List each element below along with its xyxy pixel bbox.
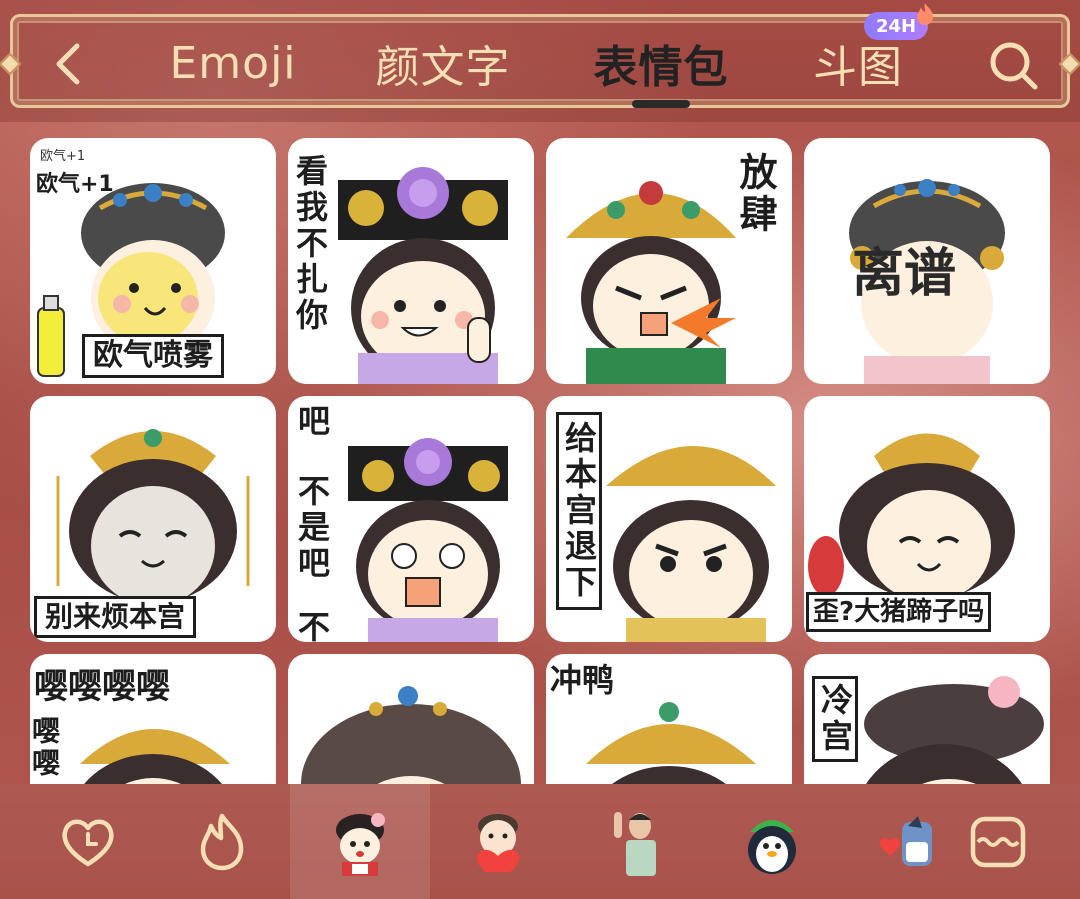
sticker-dont-bother-me[interactable]: 别来烦本宫 — [30, 396, 276, 642]
boy-heart-avatar — [466, 808, 530, 876]
category-recent[interactable] — [18, 784, 158, 899]
palace-girl-avatar — [328, 808, 392, 876]
sticker-note-large: 欧气+1 — [36, 172, 114, 197]
tab-emoji[interactable]: Emoji — [168, 34, 298, 92]
category-penguin[interactable] — [702, 784, 842, 899]
category-collection[interactable] — [928, 784, 1068, 899]
flame-icon — [200, 813, 244, 870]
sticker-cold-palace[interactable]: 冷宫 — [804, 654, 1050, 784]
sticker-box-icon — [970, 816, 1026, 867]
category-palace-girl[interactable] — [290, 784, 430, 899]
sticker-tab-bar: Emoji 颜文字 表情包 斗图 24H — [0, 0, 1080, 122]
category-boy-heart[interactable] — [428, 784, 568, 899]
sticker-caption: 看我不扎你 — [291, 154, 329, 334]
sticker-caption-top: 吧 — [293, 404, 331, 440]
waving-man-avatar — [604, 808, 668, 876]
back-button[interactable] — [44, 36, 92, 92]
sticker-hairpiece[interactable] — [288, 654, 534, 784]
sticker-caption: 放肆 — [733, 152, 777, 236]
chevron-left-icon — [56, 43, 80, 85]
sticker-category-bar — [0, 784, 1080, 899]
sticker-caption: 嘤嘤嘤嘤 — [34, 667, 170, 707]
tab-stickers[interactable]: 表情包 — [586, 34, 736, 93]
category-hot[interactable] — [152, 784, 292, 899]
sticker-caption-bottom: 不 — [293, 610, 331, 642]
penguin-avatar — [740, 808, 804, 876]
sticker-rush-duck[interactable]: 冲鸭 — [546, 654, 792, 784]
concubine-hair-illustration — [301, 686, 521, 784]
sticker-step-back[interactable]: 给本宫退下 — [546, 396, 792, 642]
sticker-yingying[interactable]: 嘤嘤嘤嘤 嘤嘤 — [30, 654, 276, 784]
sticker-note: 欧气+1 — [40, 149, 86, 164]
active-tab-indicator — [632, 100, 690, 108]
heart-clock-icon — [62, 819, 114, 866]
tab-kaomoji[interactable]: 颜文字 — [368, 34, 518, 93]
sticker-caption: 给本宫退下 — [556, 412, 602, 610]
sticker-grid: 欧气+1 欧气+1 欧气喷雾 看我不扎你 放肆 离谱 别来烦本宫 吧 不是吧 不… — [30, 138, 1052, 784]
flame-icon — [917, 3, 933, 25]
sticker-caption: 不是吧 — [293, 474, 331, 582]
sticker-insolent[interactable]: 放肆 — [546, 138, 792, 384]
sticker-caption: 歪?大猪蹄子吗 — [806, 592, 992, 632]
sticker-caption: 冷宫 — [812, 676, 858, 762]
search-icon — [990, 42, 1038, 90]
sticker-big-pig-trotter[interactable]: 歪?大猪蹄子吗 — [804, 396, 1050, 642]
tab-doutu[interactable]: 斗图 — [806, 34, 910, 93]
search-button[interactable] — [986, 38, 1042, 94]
sticker-absurd[interactable]: 离谱 — [804, 138, 1050, 384]
sticker-ouqi-spray[interactable]: 欧气+1 欧气+1 欧气喷雾 — [30, 138, 276, 384]
sticker-caption: 离谱 — [852, 244, 957, 304]
sticker-caption: 冲鸭 — [550, 661, 615, 699]
sticker-watch-me-poke[interactable]: 看我不扎你 — [288, 138, 534, 384]
sticker-caption: 别来烦本宫 — [34, 596, 197, 638]
category-waving-man[interactable] — [566, 784, 706, 899]
sticker-caption: 欧气喷雾 — [82, 334, 224, 378]
sticker-caption-side: 嘤嘤 — [30, 716, 61, 780]
sticker-no-way[interactable]: 吧 不是吧 不 — [288, 396, 534, 642]
